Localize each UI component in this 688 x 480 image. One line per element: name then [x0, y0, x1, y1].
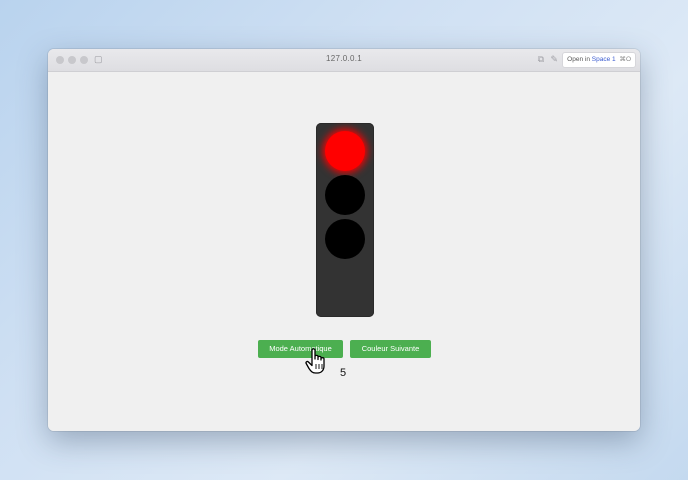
hand-pointer-icon	[305, 348, 325, 374]
next-color-button[interactable]: Couleur Suivante	[350, 340, 431, 358]
yellow-light	[325, 175, 365, 215]
share-icon[interactable]: ⧉	[538, 54, 544, 65]
red-light	[325, 131, 365, 171]
countdown-value: 5	[340, 367, 347, 379]
green-light	[325, 219, 365, 259]
browser-window: ▢ 127.0.0.1 ⧉ ✎ Open in Space 1 ⌘O Mode …	[48, 49, 640, 431]
open-in-space-button[interactable]: Open in Space 1 ⌘O	[562, 52, 636, 68]
auto-mode-button[interactable]: Mode Automatique	[258, 340, 343, 358]
page-content: Mode Automatique Couleur Suivante 5	[48, 72, 640, 431]
shortcut-label: ⌘O	[619, 56, 631, 63]
browser-titlebar: ▢ 127.0.0.1 ⧉ ✎ Open in Space 1 ⌘O	[48, 49, 640, 72]
space-name: Space 1	[591, 56, 616, 63]
open-in-label: Open in	[567, 56, 590, 63]
extension-icon[interactable]: ✎	[550, 54, 558, 65]
traffic-light-housing	[316, 123, 374, 317]
